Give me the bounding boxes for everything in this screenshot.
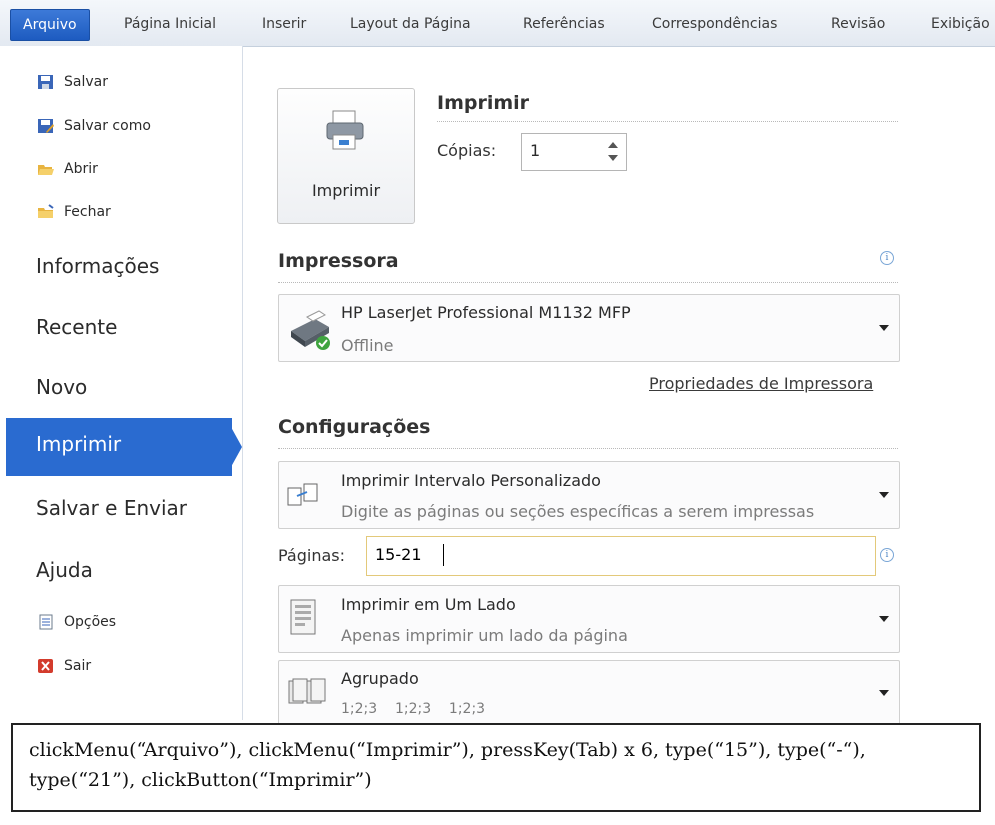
print-button-label: Imprimir <box>311 181 381 200</box>
text-cursor <box>443 544 444 566</box>
copies-label: Cópias: <box>437 141 497 160</box>
tab-pagina-inicial[interactable]: Página Inicial <box>124 10 216 38</box>
divider <box>437 121 898 122</box>
print-range-title: Imprimir Intervalo Personalizado <box>341 471 601 490</box>
print-range-dropdown[interactable]: Imprimir Intervalo Personalizado Digite … <box>278 461 900 529</box>
sidebar-item-imprimir[interactable]: Imprimir <box>36 432 121 456</box>
stepper-down-icon[interactable] <box>608 155 618 161</box>
pages-input[interactable]: 15-21 <box>366 536 876 576</box>
print-button[interactable]: Imprimir <box>277 88 415 224</box>
save-icon <box>37 74 55 90</box>
one-sided-page-icon <box>289 598 319 642</box>
close-folder-icon <box>37 204 55 220</box>
sidebar-item-recente[interactable]: Recente <box>36 315 117 339</box>
print-range-subtitle: Digite as páginas ou seções específicas … <box>341 502 815 521</box>
tab-inserir[interactable]: Inserir <box>262 10 306 38</box>
collate-subtitle: 1;2;3 1;2;3 1;2;3 <box>341 701 486 717</box>
tab-revisao[interactable]: Revisão <box>831 10 885 38</box>
pages-value: 15-21 <box>375 545 422 564</box>
sidebar-item-label: Opções <box>64 614 117 630</box>
selected-item-arrow <box>226 418 242 476</box>
print-sides-dropdown[interactable]: Imprimir em Um Lado Apenas imprimir um l… <box>278 585 900 653</box>
stepper-up-icon[interactable] <box>608 142 618 148</box>
printer-heading: Impressora <box>278 250 399 272</box>
pages-label: Páginas: <box>278 546 346 565</box>
print-heading: Imprimir <box>437 92 530 114</box>
printer-status: Offline <box>341 336 394 355</box>
collate-dropdown[interactable]: Agrupado 1;2;3 1;2;3 1;2;3 <box>278 660 900 726</box>
sidebar-item-abrir[interactable]: Abrir <box>37 157 98 181</box>
divider <box>278 282 898 283</box>
backstage-sidebar: Salvar Salvar como Abrir Fechar Informaç… <box>0 46 243 720</box>
info-icon[interactable]: i <box>880 251 894 265</box>
tab-exibicao[interactable]: Exibição <box>931 10 990 38</box>
tab-arquivo[interactable]: Arquivo <box>10 9 90 41</box>
sidebar-item-salvar-e-enviar[interactable]: Salvar e Enviar <box>36 496 187 520</box>
info-icon[interactable]: i <box>880 548 894 562</box>
divider <box>278 448 898 449</box>
sidebar-item-label: Fechar <box>64 204 111 220</box>
chevron-down-icon <box>879 690 889 696</box>
options-icon <box>37 614 55 630</box>
copies-value: 1 <box>530 141 541 160</box>
printer-device-icon <box>285 309 333 357</box>
sidebar-item-label: Sair <box>64 658 92 674</box>
sidebar-item-salvar[interactable]: Salvar <box>37 70 108 94</box>
page-range-icon <box>287 482 321 512</box>
chevron-down-icon <box>879 325 889 331</box>
printer-icon <box>325 109 365 157</box>
sidebar-item-informacoes[interactable]: Informações <box>36 254 159 278</box>
sidebar-item-ajuda[interactable]: Ajuda <box>36 558 93 582</box>
sidebar-item-label: Salvar <box>64 74 108 90</box>
sidebar-item-opcoes[interactable]: Opções <box>37 610 116 634</box>
printer-properties-link[interactable]: Propriedades de Impressora <box>649 374 873 393</box>
open-folder-icon <box>37 161 55 177</box>
print-sides-subtitle: Apenas imprimir um lado da página <box>341 626 628 645</box>
printer-dropdown[interactable]: HP LaserJet Professional M1132 MFP Offli… <box>278 294 900 362</box>
action-caption-box: clickMenu(“Arquivo”), clickMenu(“Imprimi… <box>11 723 981 812</box>
print-sides-title: Imprimir em Um Lado <box>341 595 516 614</box>
sidebar-item-salvar-como[interactable]: Salvar como <box>37 114 151 138</box>
chevron-down-icon <box>879 616 889 622</box>
exit-icon <box>37 658 55 674</box>
settings-heading: Configurações <box>278 416 431 438</box>
save-as-icon <box>37 118 55 134</box>
tab-layout-da-pagina[interactable]: Layout da Página <box>350 10 471 38</box>
sidebar-item-sair[interactable]: Sair <box>37 654 91 678</box>
action-caption-text: clickMenu(“Arquivo”), clickMenu(“Imprimi… <box>29 739 866 791</box>
collate-title: Agrupado <box>341 669 419 688</box>
sidebar-item-label: Salvar como <box>64 118 151 134</box>
sidebar-item-novo[interactable]: Novo <box>36 375 87 399</box>
sidebar-item-label: Abrir <box>64 161 98 177</box>
tab-referencias[interactable]: Referências <box>523 10 605 38</box>
chevron-down-icon <box>879 492 889 498</box>
ribbon-tab-bar: Arquivo Página Inicial Inserir Layout da… <box>0 0 995 47</box>
printer-name: HP LaserJet Professional M1132 MFP <box>341 303 631 322</box>
collated-pages-icon <box>287 677 327 713</box>
tab-correspondencias[interactable]: Correspondências <box>652 10 777 38</box>
copies-stepper[interactable]: 1 <box>521 133 627 171</box>
sidebar-item-fechar[interactable]: Fechar <box>37 200 111 224</box>
